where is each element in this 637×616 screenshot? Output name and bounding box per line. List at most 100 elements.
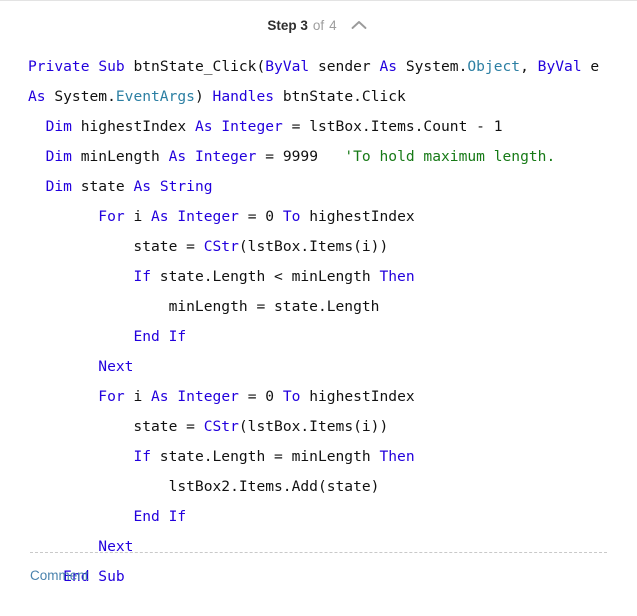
step-total-label: 4 [329,17,337,33]
code-token: 9999 [282,148,318,165]
code-line: state = CStr(lstBox.Items(i)) [0,232,637,262]
solution-step-panel: Step 3 of 4 Private Sub btnState_Click(B… [0,0,637,616]
panel-footer: Comment [0,552,637,616]
code-token: If [133,448,152,465]
code-line: As System.EventArgs) Handles btnState.Cl… [0,82,637,112]
code-token: = [238,208,266,225]
code-token: 1 [493,118,503,135]
code-token: 0 [265,388,275,405]
code-line: state = CStr(lstBox.Items(i)) [0,412,637,442]
code-token: Dim [45,148,72,165]
code-token: state.Length < minLength [151,268,380,285]
code-token: To [282,208,301,225]
code-line: Dim highestIndex As Integer = lstBox.Ite… [0,112,637,142]
step-of-label: of [312,17,325,33]
code-token: i [124,208,152,225]
chevron-up-icon[interactable] [348,16,370,34]
code-token: As [379,58,398,75]
code-token: As [194,118,213,135]
code-token: minLength [71,148,169,165]
code-line: Dim minLength As Integer = 9999 'To hold… [0,142,637,172]
code-token: state [71,178,134,195]
code-token: 'To hold maximum length. [344,148,556,165]
code-token: CStr [203,238,239,255]
step-header: Step 3 of 4 [0,1,637,43]
code-line: minLength = state.Length [0,292,637,322]
comment-link[interactable]: Comment [30,568,89,583]
code-token: 0 [265,208,275,225]
code-token: state.Length = minLength [151,448,380,465]
code-line: If state.Length < minLength Then [0,262,637,292]
code-line: Private Sub btnState_Click(ByVal sender … [0,52,637,82]
code-token: ) [194,88,213,105]
code-token: CStr [203,418,239,435]
code-token: Then [379,448,415,465]
code-token: btnState.Click [274,88,406,105]
code-token: sender [309,58,380,75]
code-token: End If [133,508,187,525]
code-line: End If [0,502,637,532]
code-token: Next [98,358,134,375]
code-token: As [28,88,46,105]
code-token: ByVal [265,58,310,75]
code-token: As [168,148,187,165]
code-token: state = [28,238,204,255]
code-token: i [124,388,152,405]
code-token: To [282,388,301,405]
code-line: End If [0,322,637,352]
code-token: Integer [194,148,257,165]
code-token: highestIndex [300,208,415,225]
code-line: lstBox2.Items.Add(state) [0,472,637,502]
code-token: As [133,178,152,195]
code-line: For i As Integer = 0 To highestIndex [0,382,637,412]
code-token: For [98,388,125,405]
code-token: = [256,148,283,165]
code-token: Dim [45,178,72,195]
code-line: For i As Integer = 0 To highestIndex [0,202,637,232]
code-token: Then [379,268,415,285]
code-token: Integer [177,208,239,225]
code-line: Dim state As String [0,172,637,202]
code-token: state = [28,418,204,435]
code-token: Private [28,58,90,75]
code-token: (lstBox.Items(i)) [238,418,389,435]
code-token: highestIndex [300,388,415,405]
code-token: btnState_Click( [124,58,266,75]
code-token: Sub [98,58,125,75]
code-token: highestIndex [71,118,195,135]
code-token: = lstBox.Items.Count - [282,118,494,135]
code-token: = [238,388,266,405]
code-token: String [159,178,213,195]
code-token: System. [397,58,468,75]
code-token: System. [45,88,116,105]
code-token: Dim [45,118,72,135]
code-token: , [520,58,538,75]
code-token: As [151,388,169,405]
code-token: (lstBox.Items(i)) [238,238,389,255]
footer-divider [30,552,607,553]
code-token: Handles [212,88,275,105]
code-line: If state.Length = minLength Then [0,442,637,472]
code-token: Integer [221,118,283,135]
code-token: As [151,208,169,225]
code-block: Private Sub btnState_Click(ByVal sender … [0,43,637,592]
code-line: Next [0,352,637,382]
step-number-label: Step 3 [267,17,308,33]
code-token: EventArgs [115,88,195,105]
code-token: End If [133,328,187,345]
code-token: Object [467,58,521,75]
code-token: e [581,58,600,75]
